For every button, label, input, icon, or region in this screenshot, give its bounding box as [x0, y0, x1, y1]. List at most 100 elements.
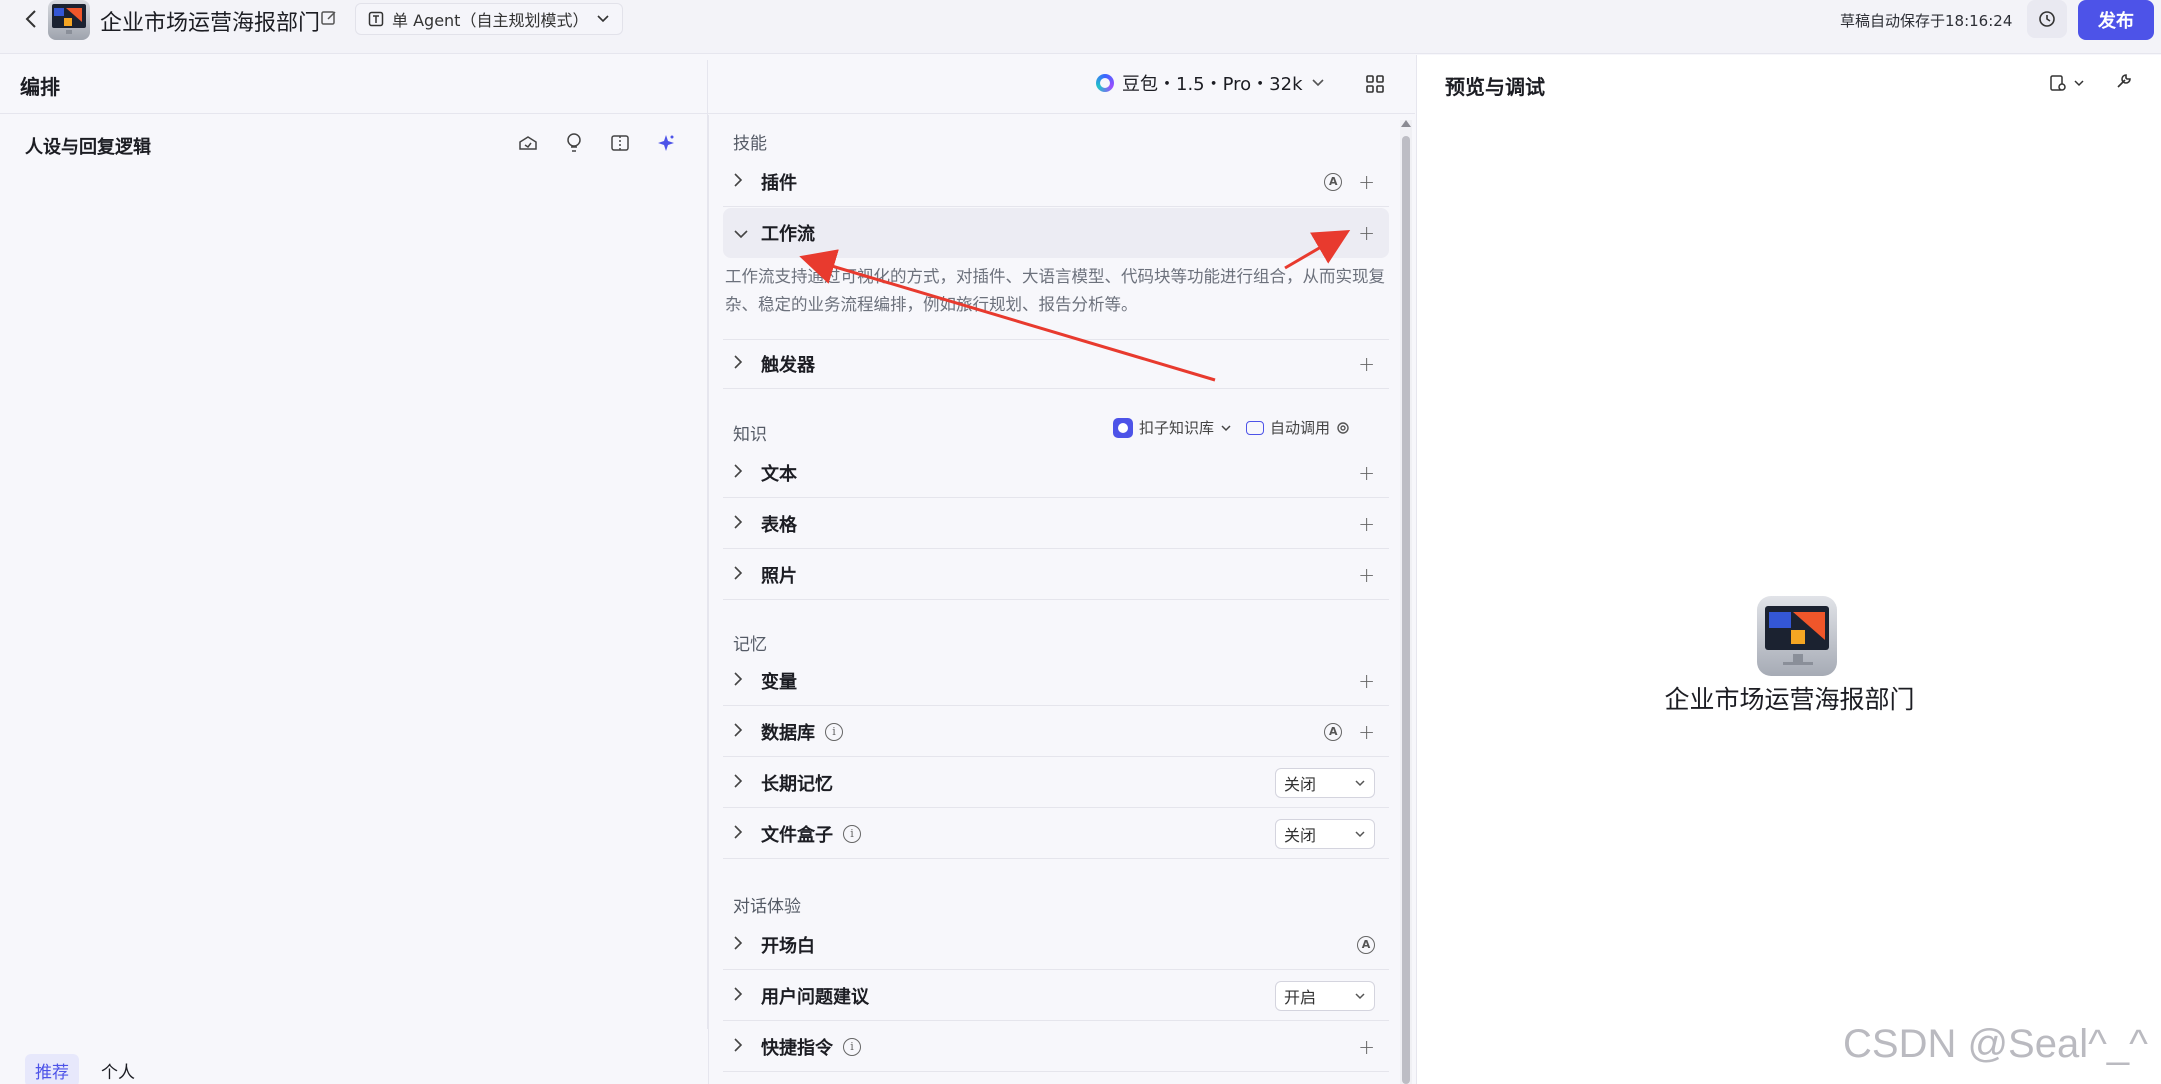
- tab-recommended[interactable]: 推荐: [25, 1054, 79, 1084]
- skill-trigger-row[interactable]: 触发器 +: [723, 339, 1389, 389]
- add-trigger-icon[interactable]: +: [1358, 352, 1375, 376]
- plugin-label: 插件: [761, 172, 797, 194]
- suggestions-label: 用户问题建议: [761, 986, 869, 1008]
- memory-filebox-row[interactable]: 文件盒子 i 关闭: [723, 809, 1389, 859]
- add-variable-icon[interactable]: +: [1358, 669, 1375, 693]
- document-settings-icon: [2050, 75, 2066, 91]
- persona-panel: [0, 60, 708, 1029]
- chevron-down-icon: [1355, 779, 1365, 786]
- skills-scrollbar[interactable]: [1400, 120, 1412, 1084]
- auto-mode-icon[interactable]: A: [1357, 935, 1375, 954]
- model-select[interactable]: 豆包・1.5・Pro・32k: [1096, 70, 1325, 96]
- back-arrow-icon[interactable]: [20, 8, 42, 30]
- dialog-opening-row[interactable]: 开场白 A: [723, 920, 1389, 970]
- model-name: 豆包・1.5・Pro・32k: [1122, 74, 1303, 95]
- memory-longterm-row[interactable]: 长期记忆 关闭: [723, 758, 1389, 808]
- coze-kb-icon: [1113, 417, 1133, 438]
- scroll-up-arrow-icon[interactable]: [1401, 120, 1411, 127]
- chevron-right-icon: [733, 773, 753, 793]
- wrench-icon[interactable]: [2115, 72, 2133, 94]
- photo-label: 照片: [761, 565, 797, 587]
- preview-toolbar: [2049, 72, 2133, 94]
- table-label: 表格: [761, 514, 797, 536]
- split-view-icon[interactable]: [607, 130, 633, 156]
- chevron-right-icon: [733, 935, 753, 955]
- add-photo-icon[interactable]: +: [1358, 563, 1375, 587]
- section-memory: 记忆: [733, 635, 767, 655]
- section-knowledge: 知识: [733, 425, 767, 445]
- watermark: CSDN @Seal^_^: [1843, 1022, 2148, 1066]
- bot-avatar[interactable]: [48, 0, 90, 40]
- persona-toolbar: [515, 130, 679, 156]
- memory-variable-row[interactable]: 变量 +: [723, 656, 1389, 706]
- suggestions-select[interactable]: 开启: [1275, 980, 1375, 1011]
- knowledge-toolbar: 扣子知识库 自动调用: [1113, 417, 1350, 438]
- info-icon[interactable]: i: [843, 824, 861, 843]
- chevron-down-icon: [2074, 80, 2084, 87]
- knowledge-photo-row[interactable]: 照片 +: [723, 550, 1389, 600]
- workflow-description: 工作流支持通过可视化的方式，对插件、大语言模型、代码块等功能进行组合，从而实现复…: [725, 267, 1385, 314]
- text-label: 文本: [761, 463, 797, 485]
- skill-workflow-row[interactable]: 工作流 +: [723, 208, 1389, 258]
- chevron-right-icon: [733, 463, 753, 483]
- chevron-right-icon: [733, 514, 753, 534]
- settings-gear-icon[interactable]: [1336, 421, 1350, 435]
- ai-optimize-icon[interactable]: [653, 130, 679, 156]
- add-text-icon[interactable]: +: [1358, 461, 1375, 485]
- filebox-select[interactable]: 关闭: [1275, 818, 1375, 849]
- lightbulb-icon[interactable]: [561, 130, 587, 156]
- auto-call-icon: [1246, 420, 1265, 435]
- chevron-right-icon: [733, 1037, 753, 1057]
- template-icon[interactable]: [515, 130, 541, 156]
- dialog-shortcuts-row[interactable]: 快捷指令 i +: [723, 1022, 1389, 1072]
- section-dialog: 对话体验: [733, 897, 801, 917]
- memory-database-row[interactable]: 数据库 i A +: [723, 707, 1389, 757]
- layout-grid-icon[interactable]: [1364, 73, 1386, 95]
- section-skills: 技能: [733, 134, 767, 154]
- chevron-right-icon: [733, 824, 753, 844]
- chevron-right-icon: [733, 172, 753, 192]
- auto-call-label: 自动调用: [1270, 419, 1331, 437]
- tab-personal[interactable]: 个人: [91, 1054, 145, 1084]
- agent-mode-select[interactable]: 单 Agent（自主规划模式）: [355, 3, 624, 35]
- bot-avatar-large: [1757, 596, 1837, 676]
- edit-icon[interactable]: [320, 9, 338, 27]
- skills-column: 技能 插件 A + 工作流 + 工作流支持通过可视化的方式，对插件、大语言模型、…: [709, 115, 1409, 1084]
- filebox-label: 文件盒子: [761, 824, 833, 846]
- variable-label: 变量: [761, 671, 797, 693]
- kb-source-label: 扣子知识库: [1139, 419, 1215, 437]
- knowledge-table-row[interactable]: 表格 +: [723, 499, 1389, 549]
- opening-label: 开场白: [761, 935, 815, 957]
- auto-mode-icon[interactable]: A: [1324, 722, 1343, 741]
- preview-panel: 预览与调试 企业市场运营海报部门: [1416, 55, 2161, 1084]
- info-icon[interactable]: i: [843, 1037, 861, 1056]
- autosave-status: 草稿自动保存于18:16:24: [1840, 12, 2013, 30]
- knowledge-text-row[interactable]: 文本 +: [723, 448, 1389, 498]
- scroll-thumb[interactable]: [1402, 136, 1410, 1084]
- chevron-down-icon: [1355, 992, 1365, 999]
- chevron-down-icon: [597, 15, 610, 23]
- add-table-icon[interactable]: +: [1358, 512, 1375, 536]
- history-icon: [2039, 11, 2055, 27]
- chevron-down-icon: [1355, 830, 1365, 837]
- dialog-suggestions-row[interactable]: 用户问题建议 开启: [723, 971, 1389, 1021]
- bot-title: 企业市场运营海报部门: [100, 11, 321, 36]
- auto-mode-icon[interactable]: A: [1324, 172, 1343, 191]
- add-plugin-icon[interactable]: +: [1358, 170, 1375, 194]
- trigger-label: 触发器: [761, 355, 815, 376]
- info-icon[interactable]: i: [825, 722, 843, 741]
- history-button[interactable]: [2027, 0, 2067, 38]
- debug-settings-dropdown[interactable]: [2049, 74, 2085, 92]
- kb-source-select[interactable]: 扣子知识库: [1113, 417, 1232, 438]
- skill-plugin-row[interactable]: 插件 A +: [723, 157, 1389, 207]
- add-database-icon[interactable]: +: [1358, 720, 1375, 744]
- top-bar: 企业市场运营海报部门 单 Agent（自主规划模式） 草稿自动保存于18:16:…: [0, 0, 2161, 54]
- shortcuts-label: 快捷指令: [761, 1037, 833, 1059]
- auto-call-toggle[interactable]: 自动调用: [1246, 417, 1350, 438]
- chevron-right-icon: [733, 722, 753, 742]
- longterm-select[interactable]: 关闭: [1275, 767, 1375, 798]
- add-shortcut-icon[interactable]: +: [1358, 1035, 1375, 1059]
- add-workflow-icon[interactable]: +: [1358, 221, 1375, 245]
- agent-mode-label: 单 Agent（自主规划模式）: [392, 11, 589, 30]
- publish-button[interactable]: 发布: [2078, 0, 2154, 40]
